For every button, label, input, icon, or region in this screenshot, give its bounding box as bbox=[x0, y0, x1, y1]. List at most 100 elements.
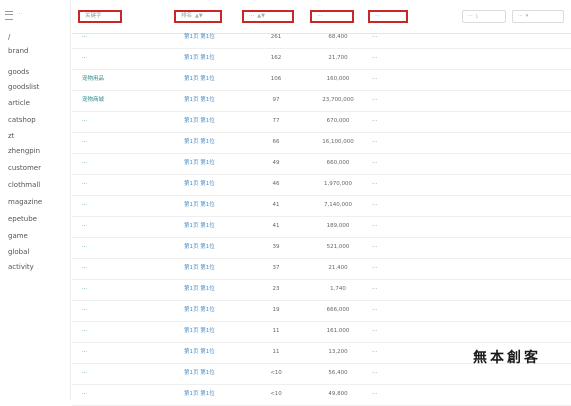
keyword-cell[interactable]: ··· bbox=[82, 47, 170, 69]
rank-cell[interactable]: 第1页 第1位 bbox=[184, 299, 239, 321]
title-cell: ··· bbox=[372, 244, 378, 250]
keyword-cell[interactable]: ··· bbox=[82, 152, 170, 174]
rank-cell[interactable]: 第1页 第1位 bbox=[184, 131, 239, 153]
index-cell: 7,140,000 bbox=[324, 202, 352, 208]
rank-cell[interactable]: 第1页 第1位 bbox=[184, 152, 239, 174]
keyword-column-header[interactable]: 关键字 bbox=[78, 10, 122, 23]
rank-cell[interactable]: 第1页 第1位 bbox=[184, 47, 239, 69]
sidebar-item-zhengpin[interactable]: zhengpin bbox=[8, 147, 40, 155]
table-row: ··· 第1页 第1位 41 189,000 ··· bbox=[72, 215, 571, 238]
sidebar-header[interactable]: ··· bbox=[4, 8, 68, 24]
title-cell: ··· bbox=[372, 76, 378, 82]
sidebar-item-global[interactable]: global bbox=[8, 248, 29, 256]
keyword-cell[interactable]: ··· bbox=[82, 173, 170, 195]
rank-cell[interactable]: 第1页 第1位 bbox=[184, 26, 239, 48]
pc-volume-cell: <10 bbox=[270, 391, 282, 397]
table-row: ··· 第1页 第1位 162 21,700 ··· bbox=[72, 47, 571, 70]
sidebar-item-article[interactable]: article bbox=[8, 99, 30, 107]
index-cell: 56,400 bbox=[328, 370, 348, 376]
title-cell: ··· bbox=[372, 328, 378, 334]
index-cell: 23,700,000 bbox=[322, 97, 354, 103]
rank-cell[interactable]: 第1页 第1位 bbox=[184, 362, 239, 384]
table-row: ··· 第1页 第1位 77 670,000 ··· bbox=[72, 110, 571, 133]
keyword-cell[interactable]: ··· bbox=[82, 299, 170, 321]
sidebar-item-goodslist[interactable]: goodslist bbox=[8, 83, 39, 91]
keyword-cell[interactable]: ··· bbox=[82, 236, 170, 258]
pc-volume-cell: 261 bbox=[270, 34, 282, 40]
rank-cell[interactable]: 第1页 第1位 bbox=[184, 341, 239, 363]
rank-cell[interactable]: 第1页 第1位 bbox=[184, 68, 239, 90]
table-row: ··· 第1页 第1位 23 1,740 ··· bbox=[72, 278, 571, 301]
watermark: 無本創客 bbox=[473, 350, 541, 366]
pc-volume-cell: 77 bbox=[272, 118, 280, 124]
title-cell: ··· bbox=[372, 202, 378, 208]
sidebar-item-root[interactable]: / bbox=[8, 33, 10, 41]
pc-volume-cell: 49 bbox=[272, 160, 280, 166]
table-row: ··· 第1页 第1位 37 21,400 ··· bbox=[72, 257, 571, 280]
index-column-header[interactable]: ··· bbox=[310, 10, 354, 23]
rank-cell[interactable]: 第1页 第1位 bbox=[184, 89, 239, 111]
rank-column-header[interactable]: 排名 ▲▼ bbox=[174, 10, 222, 23]
dropdown-button[interactable]: ··· ▾ bbox=[512, 10, 564, 23]
keyword-cell[interactable]: ··· bbox=[82, 257, 170, 279]
pc-volume-cell: 41 bbox=[272, 202, 280, 208]
rank-cell[interactable]: 第1页 第1位 bbox=[184, 194, 239, 216]
pc-volume-column-header[interactable]: ··· ▲▼ bbox=[242, 10, 294, 23]
rank-cell[interactable]: 第1页 第1位 bbox=[184, 320, 239, 342]
keyword-cell[interactable]: ··· bbox=[82, 215, 170, 237]
pc-volume-cell: 66 bbox=[272, 139, 280, 145]
table-row: ··· 第1页 第1位 261 68,400 ··· bbox=[72, 26, 571, 49]
sidebar-item-customer[interactable]: customer bbox=[8, 164, 41, 172]
sidebar-item-catshop[interactable]: catshop bbox=[8, 116, 36, 124]
sidebar-item-activity[interactable]: activity bbox=[8, 263, 34, 271]
index-cell: 21,400 bbox=[328, 265, 348, 271]
keyword-cell[interactable]: ··· bbox=[82, 383, 170, 405]
index-cell: 49,800 bbox=[328, 391, 348, 397]
rank-cell[interactable]: 第1页 第1位 bbox=[184, 236, 239, 258]
export-button[interactable]: ··· ⤓ bbox=[462, 10, 506, 23]
sidebar-item-zt[interactable]: zt bbox=[8, 132, 14, 140]
sidebar-item-clothmall[interactable]: clothmall bbox=[8, 181, 40, 189]
pc-volume-cell: 162 bbox=[270, 55, 282, 61]
rank-cell[interactable]: 第1页 第1位 bbox=[184, 110, 239, 132]
keyword-cell[interactable]: ··· bbox=[82, 320, 170, 342]
rank-cell[interactable]: 第1页 第1位 bbox=[184, 383, 239, 405]
sidebar-item-game[interactable]: game bbox=[8, 232, 28, 240]
table-row: ··· 第1页 第1位 41 7,140,000 ··· bbox=[72, 194, 571, 217]
table-row: 宠物商城 第1页 第1位 97 23,700,000 ··· bbox=[72, 89, 571, 112]
sidebar-item-magazine[interactable]: magazine bbox=[8, 198, 42, 206]
keyword-cell[interactable]: 宠物用品 bbox=[82, 68, 170, 90]
pc-volume-cell: <10 bbox=[270, 370, 282, 376]
sort-icon: ▲▼ bbox=[195, 13, 203, 19]
keyword-cell[interactable]: ··· bbox=[82, 341, 170, 363]
rank-cell[interactable]: 第1页 第1位 bbox=[184, 173, 239, 195]
index-cell: 1,970,000 bbox=[324, 181, 352, 187]
sidebar-item-goods[interactable]: goods bbox=[8, 68, 29, 76]
keyword-cell[interactable]: ··· bbox=[82, 278, 170, 300]
keyword-cell[interactable]: ··· bbox=[82, 194, 170, 216]
keyword-cell[interactable]: ··· bbox=[82, 26, 170, 48]
index-cell: 21,700 bbox=[328, 55, 348, 61]
pc-volume-cell: 11 bbox=[272, 349, 280, 355]
title-column-header[interactable]: ··· bbox=[368, 10, 408, 23]
index-cell: 1,740 bbox=[330, 286, 346, 292]
table-row: ··· 第1页 第1位 39 521,000 ··· bbox=[72, 236, 571, 259]
pc-volume-cell: 37 bbox=[272, 265, 280, 271]
rank-cell[interactable]: 第1页 第1位 bbox=[184, 215, 239, 237]
keyword-cell[interactable]: ··· bbox=[82, 131, 170, 153]
rank-cell[interactable]: 第1页 第1位 bbox=[184, 257, 239, 279]
index-cell: 670,000 bbox=[326, 118, 350, 124]
pc-volume-cell: 106 bbox=[270, 76, 282, 82]
pc-volume-cell: 46 bbox=[272, 181, 280, 187]
title-cell: ··· bbox=[372, 34, 378, 40]
keyword-cell[interactable]: ··· bbox=[82, 110, 170, 132]
keyword-cell[interactable]: ··· bbox=[82, 362, 170, 384]
sidebar-item-brand[interactable]: brand bbox=[8, 47, 29, 55]
index-cell: 16,100,000 bbox=[322, 139, 354, 145]
rank-cell[interactable]: 第1页 第1位 bbox=[184, 278, 239, 300]
table-row: ··· 第1页 第1位 19 666,000 ··· bbox=[72, 299, 571, 322]
index-cell: 161,000 bbox=[326, 328, 350, 334]
keyword-cell[interactable]: 宠物商城 bbox=[82, 89, 170, 111]
sidebar-item-epetube[interactable]: epetube bbox=[8, 215, 37, 223]
table-row: 宠物用品 第1页 第1位 106 160,000 ··· bbox=[72, 68, 571, 91]
